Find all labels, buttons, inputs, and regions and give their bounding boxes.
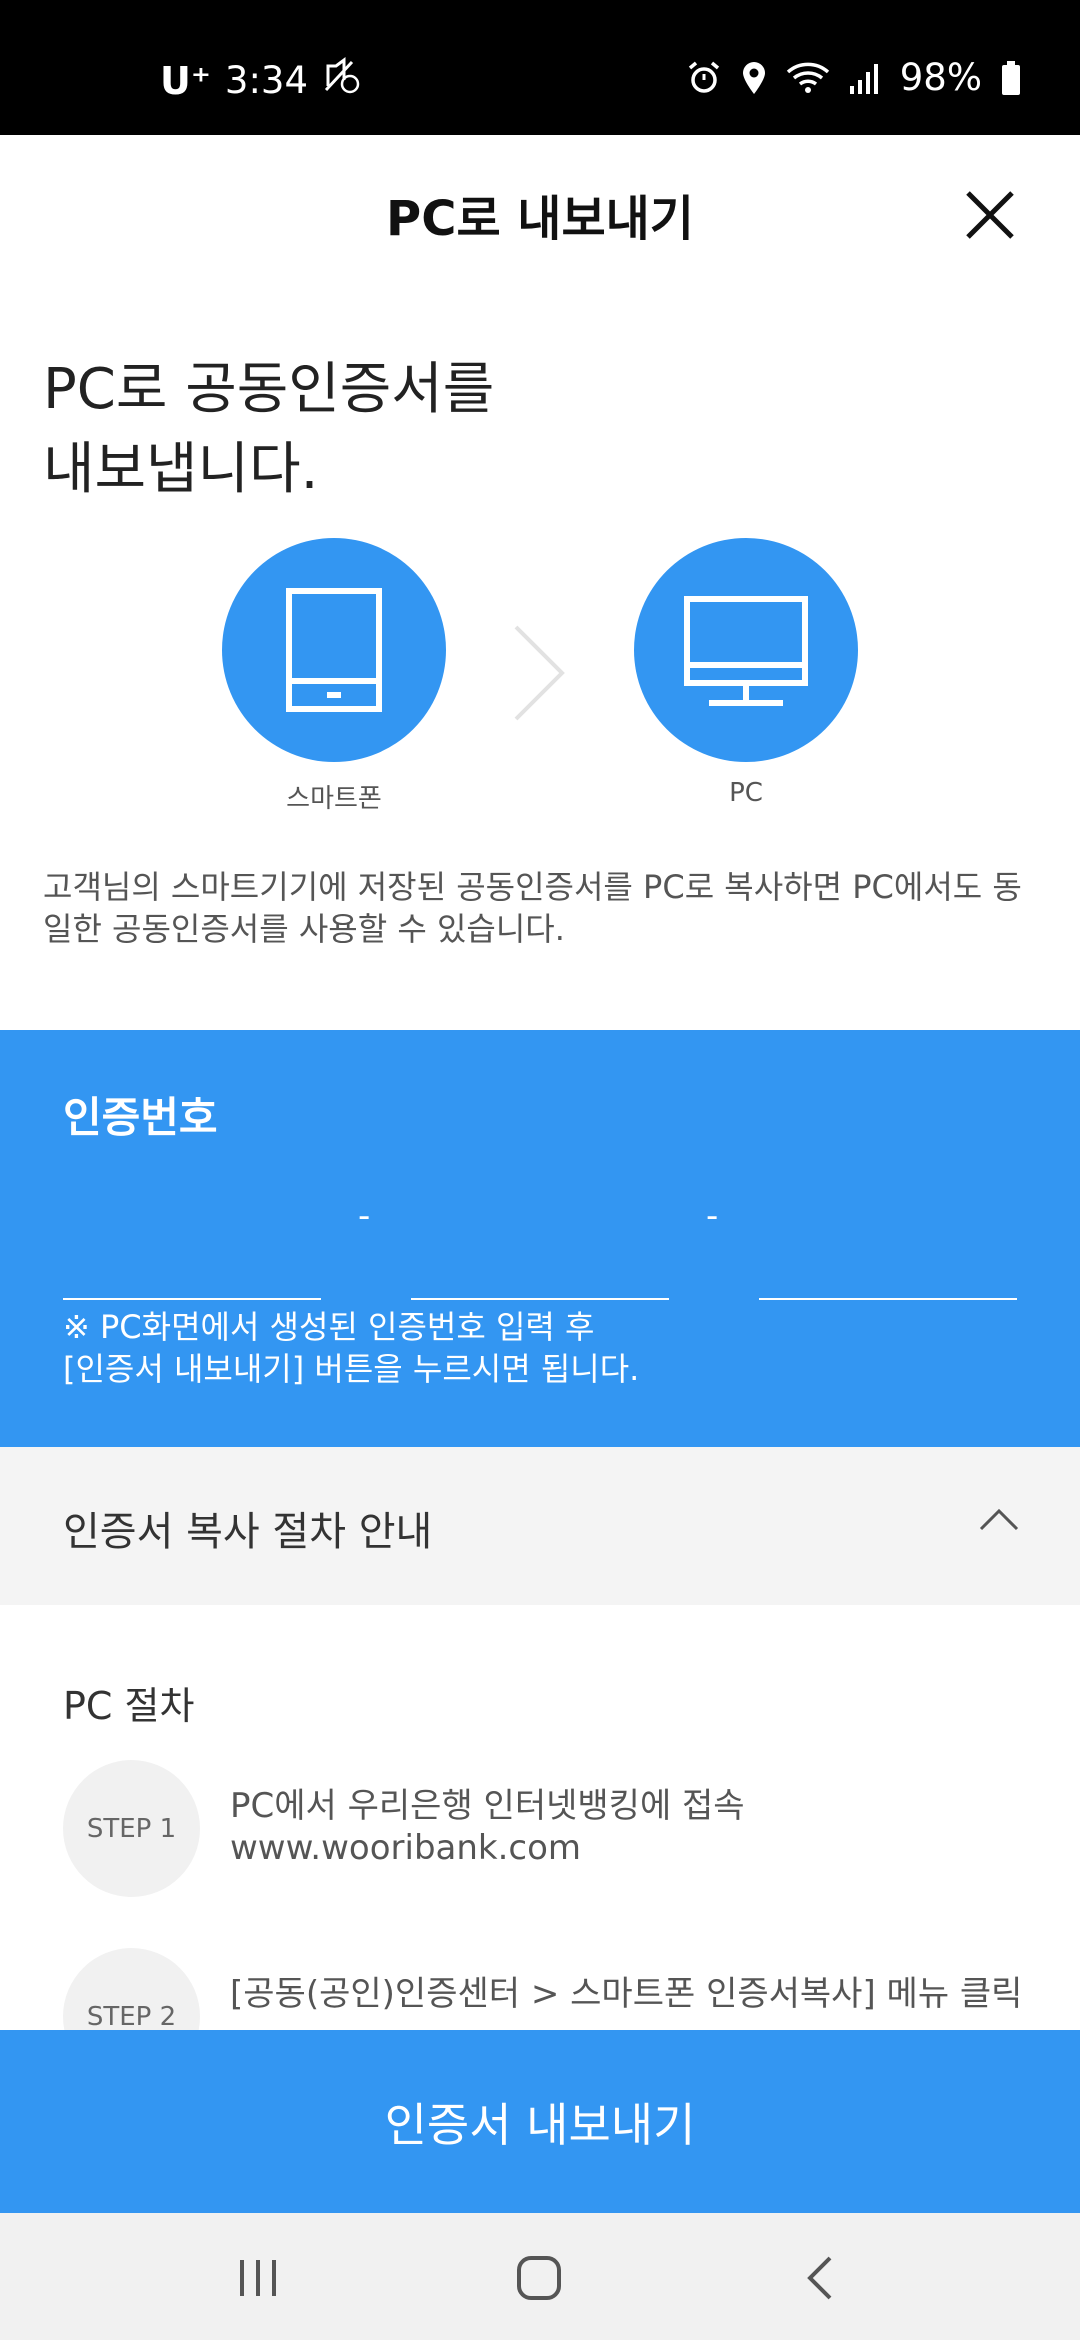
close-button[interactable] [960, 185, 1020, 245]
battery-icon [1000, 60, 1022, 96]
screen-header: PC로 내보내기 [0, 135, 1080, 290]
smartphone-circle [222, 538, 446, 762]
chevron-up-icon [978, 1505, 1020, 1537]
status-right: 98% [686, 56, 1022, 99]
status-left: U⁺ 3:34 [160, 56, 362, 105]
location-icon [740, 60, 768, 96]
export-flow-illustration: 스마트폰 PC [0, 538, 1080, 838]
copy-guide-toggle[interactable]: 인증서 복사 절차 안내 [0, 1447, 1080, 1605]
step-text: PC에서 우리은행 인터넷뱅킹에 접속 www.wooribank.com [230, 1786, 745, 1868]
step-badge: STEP 2 [63, 1948, 200, 2030]
chevron-right-icon [510, 623, 570, 727]
auth-number-section: 인증번호 - - ※ PC화면에서 생성된 인증번호 입력 후 [인증서 내보내… [0, 1030, 1080, 1447]
home-icon [517, 2256, 561, 2300]
back-icon [807, 2256, 832, 2300]
auth-instruction-note: ※ PC화면에서 생성된 인증번호 입력 후 [인증서 내보내기] 버튼을 누르… [63, 1308, 640, 1388]
auth-number-title: 인증번호 [63, 1093, 218, 1142]
pc-procedure-title: PC 절차 [63, 1684, 195, 1728]
guide-step: STEP 1 PC에서 우리은행 인터넷뱅킹에 접속 www.wooribank… [63, 1760, 1043, 1900]
step-badge: STEP 1 [63, 1760, 200, 1897]
export-certificate-button[interactable]: 인증서 내보내기 [0, 2030, 1080, 2213]
system-nav-bar [0, 2213, 1080, 2340]
auth-code-field-2[interactable] [411, 1210, 669, 1300]
guide-step: STEP 2 [공동(공인)인증센터 > 스마트폰 인증서복사] 메뉴 클릭 [63, 1948, 1043, 2030]
code-separator: - [706, 1196, 719, 1236]
step-text: [공동(공인)인증센터 > 스마트폰 인증서복사] 메뉴 클릭 [230, 1974, 1023, 2014]
pc-label: PC [729, 778, 763, 808]
signal-icon [848, 60, 882, 96]
clock: 3:34 [224, 59, 309, 102]
carrier-label: U⁺ [160, 58, 211, 103]
pc-circle [634, 538, 858, 762]
page-title: PC로 내보내기 [386, 191, 694, 247]
copy-guide-body: PC 절차 STEP 1 PC에서 우리은행 인터넷뱅킹에 접속 www.woo… [0, 1605, 1080, 2030]
headline: PC로 공동인증서를 내보냅니다. [43, 357, 495, 502]
back-button[interactable] [785, 2243, 855, 2313]
copy-guide-title: 인증서 복사 절차 안내 [63, 1509, 433, 1555]
recent-apps-button[interactable] [223, 2243, 293, 2313]
smartphone-label: 스마트폰 [286, 784, 382, 814]
home-button[interactable] [504, 2243, 574, 2313]
recent-apps-icon [240, 2260, 276, 2296]
no-sound-icon [322, 56, 362, 105]
battery-label: 98% [899, 56, 982, 99]
auth-code-field-3[interactable] [759, 1210, 1017, 1300]
auth-code-field-1[interactable] [63, 1210, 321, 1300]
smartphone-icon [286, 588, 382, 712]
monitor-icon [684, 596, 808, 706]
close-icon [966, 191, 1014, 239]
code-separator: - [358, 1196, 371, 1236]
wifi-icon [786, 60, 830, 96]
alarm-icon [686, 60, 722, 96]
description-text: 고객님의 스마트기기에 저장된 공동인증서를 PC로 복사하면 PC에서도 동일… [43, 868, 1022, 948]
status-bar: U⁺ 3:34 98% [0, 0, 1080, 135]
